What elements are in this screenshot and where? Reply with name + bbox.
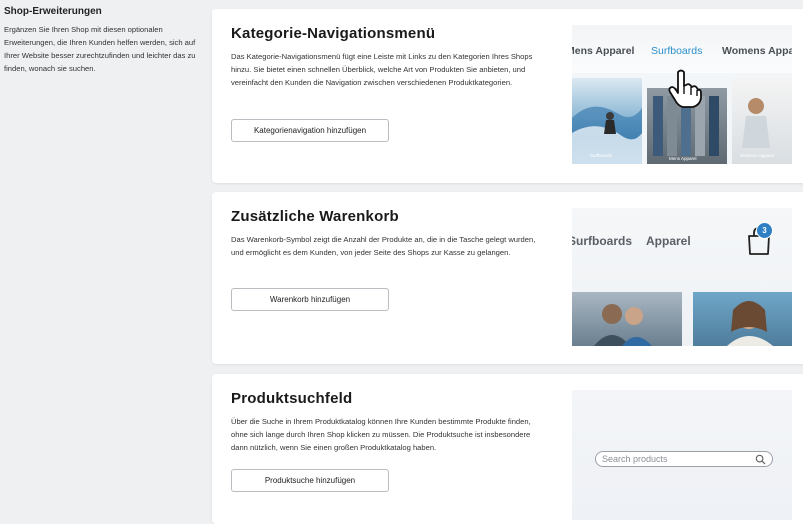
- section-description: Ergänzen Sie Ihren Shop mit diesen optio…: [4, 25, 196, 73]
- intro-section: Shop-Erweiterungen Ergänzen Sie Ihren Sh…: [4, 6, 200, 75]
- search-icon[interactable]: [755, 454, 766, 465]
- card-description: Das Kategorie-Navigationsmenü fügt eine …: [231, 52, 533, 87]
- preview-tile-womens-apparel: Womens Apparel: [732, 78, 792, 164]
- woman-image: [727, 301, 773, 346]
- surfer-image: [572, 106, 642, 164]
- card-title: Produktsuchfeld: [231, 390, 353, 407]
- hand-pointer-icon: [668, 69, 702, 108]
- product-search-preview: [572, 390, 792, 520]
- tile-label: Mens Apparel: [669, 156, 697, 161]
- search-input[interactable]: [602, 453, 752, 465]
- cart-card: Zusätzliche Warenkorb Das Warenkorb-Symb…: [212, 192, 803, 364]
- product-search-card: Produktsuchfeld Über die Suche in Ihrem …: [212, 374, 803, 524]
- cart-preview-photo-right: [693, 292, 792, 346]
- card-title: Zusätzliche Warenkorb: [231, 208, 399, 225]
- cart-preview-photo-left: [572, 292, 682, 346]
- search-box[interactable]: [595, 451, 773, 467]
- preview-nav-link: Apparel: [646, 234, 691, 248]
- preview-nav-link: Womens Apparel: [722, 45, 792, 57]
- section-title: Shop-Erweiterungen: [4, 6, 102, 17]
- tile-label: Surfboards: [590, 153, 613, 158]
- preview-nav-link: Mens Apparel: [572, 45, 635, 57]
- add-cart-button[interactable]: Warenkorb hinzufügen: [231, 288, 389, 311]
- cart-preview: Surfboards Apparel 3: [572, 208, 792, 346]
- preview-nav-bar: Mens Apparel Surfboards Womens Apparel: [572, 25, 792, 73]
- category-navigation-card: Kategorie-Navigationsmenü Das Kategorie-…: [212, 9, 803, 183]
- card-description: Das Warenkorb-Symbol zeigt die Anzahl de…: [231, 235, 536, 257]
- card-description: Über die Suche in Ihrem Produktkatalog k…: [231, 417, 531, 452]
- womens-apparel-image: [742, 98, 770, 148]
- tile-label: Womens Apparel: [740, 153, 775, 158]
- card-title: Kategorie-Navigationsmenü: [231, 25, 436, 42]
- preview-tile-surfboards: Surfboards: [572, 78, 642, 164]
- category-navigation-preview: Mens Apparel Surfboards Womens Apparel S…: [572, 25, 792, 164]
- add-product-search-button[interactable]: Produktsuche hinzufügen: [231, 469, 389, 492]
- preview-nav-link: Surfboards: [572, 234, 633, 248]
- cart-count-badge: 3: [756, 222, 773, 239]
- preview-nav-link-active: Surfboards: [651, 45, 703, 57]
- couple-image: [594, 304, 652, 346]
- add-category-navigation-button[interactable]: Kategorienavigation hinzufügen: [231, 119, 389, 142]
